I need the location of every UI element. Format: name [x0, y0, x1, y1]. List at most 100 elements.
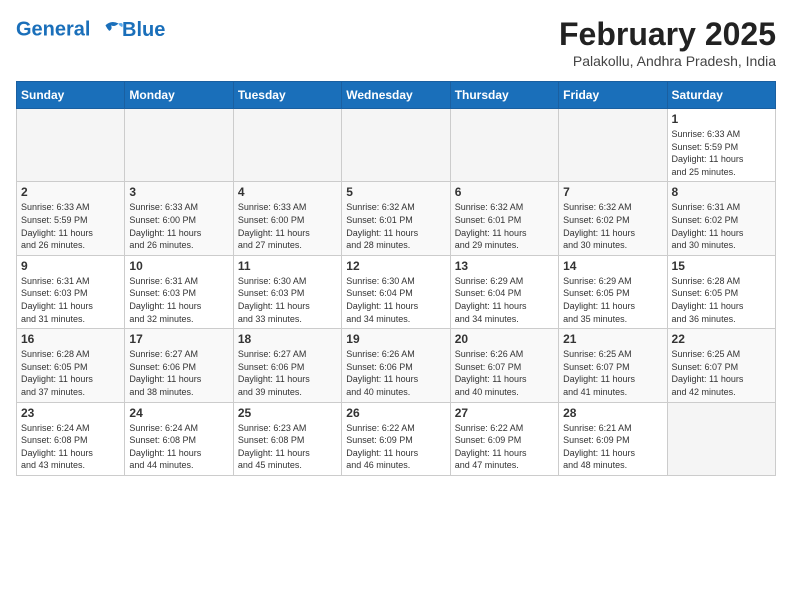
day-number: 27: [455, 406, 554, 420]
calendar-cell: [233, 109, 341, 182]
calendar-cell: 4 Sunrise: 6:33 AM Sunset: 6:00 PM Daylig…: [233, 182, 341, 255]
calendar-cell: 19 Sunrise: 6:26 AM Sunset: 6:06 PM Dayli…: [342, 329, 450, 402]
calendar-cell: 9 Sunrise: 6:31 AM Sunset: 6:03 PM Daylig…: [17, 255, 125, 328]
day-info: Sunrise: 6:23 AM Sunset: 6:08 PM Dayligh…: [238, 422, 337, 472]
day-number: 25: [238, 406, 337, 420]
day-info: Sunrise: 6:22 AM Sunset: 6:09 PM Dayligh…: [455, 422, 554, 472]
day-info: Sunrise: 6:28 AM Sunset: 6:05 PM Dayligh…: [672, 275, 771, 325]
day-number: 26: [346, 406, 445, 420]
weekday-header: Sunday: [17, 82, 125, 109]
day-number: 20: [455, 332, 554, 346]
weekday-header: Wednesday: [342, 82, 450, 109]
calendar-cell: [125, 109, 233, 182]
calendar-week-row: 2 Sunrise: 6:33 AM Sunset: 5:59 PM Daylig…: [17, 182, 776, 255]
calendar-cell: 22Sunrise: 6:25 AM Sunset: 6:07 PM Dayli…: [667, 329, 775, 402]
calendar-cell: 23 Sunrise: 6:24 AM Sunset: 6:08 PM Dayli…: [17, 402, 125, 475]
day-info: Sunrise: 6:30 AM Sunset: 6:04 PM Dayligh…: [346, 275, 445, 325]
day-number: 3: [129, 185, 228, 199]
day-info: Sunrise: 6:25 AM Sunset: 6:07 PM Dayligh…: [672, 348, 771, 398]
calendar-cell: 26 Sunrise: 6:22 AM Sunset: 6:09 PM Dayli…: [342, 402, 450, 475]
calendar-week-row: 23 Sunrise: 6:24 AM Sunset: 6:08 PM Dayli…: [17, 402, 776, 475]
day-number: 15: [672, 259, 771, 273]
day-number: 28: [563, 406, 662, 420]
calendar-cell: 20 Sunrise: 6:26 AM Sunset: 6:07 PM Dayli…: [450, 329, 558, 402]
calendar-cell: [450, 109, 558, 182]
calendar-cell: 27 Sunrise: 6:22 AM Sunset: 6:09 PM Dayli…: [450, 402, 558, 475]
day-number: 21: [563, 332, 662, 346]
day-info: Sunrise: 6:26 AM Sunset: 6:07 PM Dayligh…: [455, 348, 554, 398]
day-number: 7: [563, 185, 662, 199]
weekday-header: Tuesday: [233, 82, 341, 109]
calendar-cell: [17, 109, 125, 182]
day-number: 10: [129, 259, 228, 273]
day-info: Sunrise: 6:33 AM Sunset: 6:00 PM Dayligh…: [238, 201, 337, 251]
calendar-cell: 7 Sunrise: 6:32 AM Sunset: 6:02 PM Daylig…: [559, 182, 667, 255]
weekday-header: Saturday: [667, 82, 775, 109]
day-number: 6: [455, 185, 554, 199]
day-number: 9: [21, 259, 120, 273]
day-number: 19: [346, 332, 445, 346]
day-info: Sunrise: 6:31 AM Sunset: 6:03 PM Dayligh…: [129, 275, 228, 325]
calendar-cell: 24 Sunrise: 6:24 AM Sunset: 6:08 PM Dayli…: [125, 402, 233, 475]
calendar-cell: 2 Sunrise: 6:33 AM Sunset: 5:59 PM Daylig…: [17, 182, 125, 255]
day-number: 5: [346, 185, 445, 199]
calendar-cell: 16 Sunrise: 6:28 AM Sunset: 6:05 PM Dayli…: [17, 329, 125, 402]
day-info: Sunrise: 6:24 AM Sunset: 6:08 PM Dayligh…: [21, 422, 120, 472]
logo-text: General: [16, 16, 126, 44]
day-info: Sunrise: 6:24 AM Sunset: 6:08 PM Dayligh…: [129, 422, 228, 472]
calendar-cell: 28 Sunrise: 6:21 AM Sunset: 6:09 PM Dayli…: [559, 402, 667, 475]
calendar-week-row: 9 Sunrise: 6:31 AM Sunset: 6:03 PM Daylig…: [17, 255, 776, 328]
day-info: Sunrise: 6:27 AM Sunset: 6:06 PM Dayligh…: [238, 348, 337, 398]
calendar-cell: 5Sunrise: 6:32 AM Sunset: 6:01 PM Daylig…: [342, 182, 450, 255]
weekday-header-row: SundayMondayTuesdayWednesdayThursdayFrid…: [17, 82, 776, 109]
day-info: Sunrise: 6:30 AM Sunset: 6:03 PM Dayligh…: [238, 275, 337, 325]
calendar-cell: 1 Sunrise: 6:33 AM Sunset: 5:59 PM Daylig…: [667, 109, 775, 182]
calendar-cell: 17Sunrise: 6:27 AM Sunset: 6:06 PM Dayli…: [125, 329, 233, 402]
logo: General Blue: [16, 16, 165, 44]
calendar-week-row: 16 Sunrise: 6:28 AM Sunset: 6:05 PM Dayli…: [17, 329, 776, 402]
weekday-header: Friday: [559, 82, 667, 109]
day-info: Sunrise: 6:21 AM Sunset: 6:09 PM Dayligh…: [563, 422, 662, 472]
page-header: General Blue February 2025 Palakollu, An…: [16, 16, 776, 69]
day-info: Sunrise: 6:33 AM Sunset: 5:59 PM Dayligh…: [21, 201, 120, 251]
day-info: Sunrise: 6:28 AM Sunset: 6:05 PM Dayligh…: [21, 348, 120, 398]
calendar-cell: [559, 109, 667, 182]
day-info: Sunrise: 6:33 AM Sunset: 5:59 PM Dayligh…: [672, 128, 771, 178]
day-number: 4: [238, 185, 337, 199]
day-info: Sunrise: 6:22 AM Sunset: 6:09 PM Dayligh…: [346, 422, 445, 472]
logo-line2: Blue: [122, 19, 165, 42]
calendar-cell: 3 Sunrise: 6:33 AM Sunset: 6:00 PM Daylig…: [125, 182, 233, 255]
day-number: 13: [455, 259, 554, 273]
weekday-header: Thursday: [450, 82, 558, 109]
day-number: 23: [21, 406, 120, 420]
calendar-cell: 12 Sunrise: 6:30 AM Sunset: 6:04 PM Dayli…: [342, 255, 450, 328]
day-info: Sunrise: 6:29 AM Sunset: 6:05 PM Dayligh…: [563, 275, 662, 325]
day-info: Sunrise: 6:33 AM Sunset: 6:00 PM Dayligh…: [129, 201, 228, 251]
day-number: 14: [563, 259, 662, 273]
calendar-cell: 11 Sunrise: 6:30 AM Sunset: 6:03 PM Dayli…: [233, 255, 341, 328]
calendar-cell: 13 Sunrise: 6:29 AM Sunset: 6:04 PM Dayli…: [450, 255, 558, 328]
calendar-cell: 25 Sunrise: 6:23 AM Sunset: 6:08 PM Dayli…: [233, 402, 341, 475]
day-info: Sunrise: 6:31 AM Sunset: 6:03 PM Dayligh…: [21, 275, 120, 325]
calendar-cell: [667, 402, 775, 475]
calendar-week-row: 1 Sunrise: 6:33 AM Sunset: 5:59 PM Daylig…: [17, 109, 776, 182]
day-info: Sunrise: 6:32 AM Sunset: 6:02 PM Dayligh…: [563, 201, 662, 251]
location-subtitle: Palakollu, Andhra Pradesh, India: [559, 53, 776, 69]
weekday-header: Monday: [125, 82, 233, 109]
calendar-cell: 14 Sunrise: 6:29 AM Sunset: 6:05 PM Dayli…: [559, 255, 667, 328]
day-info: Sunrise: 6:29 AM Sunset: 6:04 PM Dayligh…: [455, 275, 554, 325]
calendar-cell: 6 Sunrise: 6:32 AM Sunset: 6:01 PM Daylig…: [450, 182, 558, 255]
day-info: Sunrise: 6:32 AM Sunset: 6:01 PM Dayligh…: [455, 201, 554, 251]
month-year-title: February 2025: [559, 16, 776, 53]
calendar-cell: 8Sunrise: 6:31 AM Sunset: 6:02 PM Daylig…: [667, 182, 775, 255]
title-block: February 2025 Palakollu, Andhra Pradesh,…: [559, 16, 776, 69]
day-number: 16: [21, 332, 120, 346]
day-number: 1: [672, 112, 771, 126]
day-number: 11: [238, 259, 337, 273]
day-number: 12: [346, 259, 445, 273]
day-number: 2: [21, 185, 120, 199]
day-info: Sunrise: 6:26 AM Sunset: 6:06 PM Dayligh…: [346, 348, 445, 398]
day-number: 24: [129, 406, 228, 420]
calendar-cell: [342, 109, 450, 182]
day-number: 8: [672, 185, 771, 199]
